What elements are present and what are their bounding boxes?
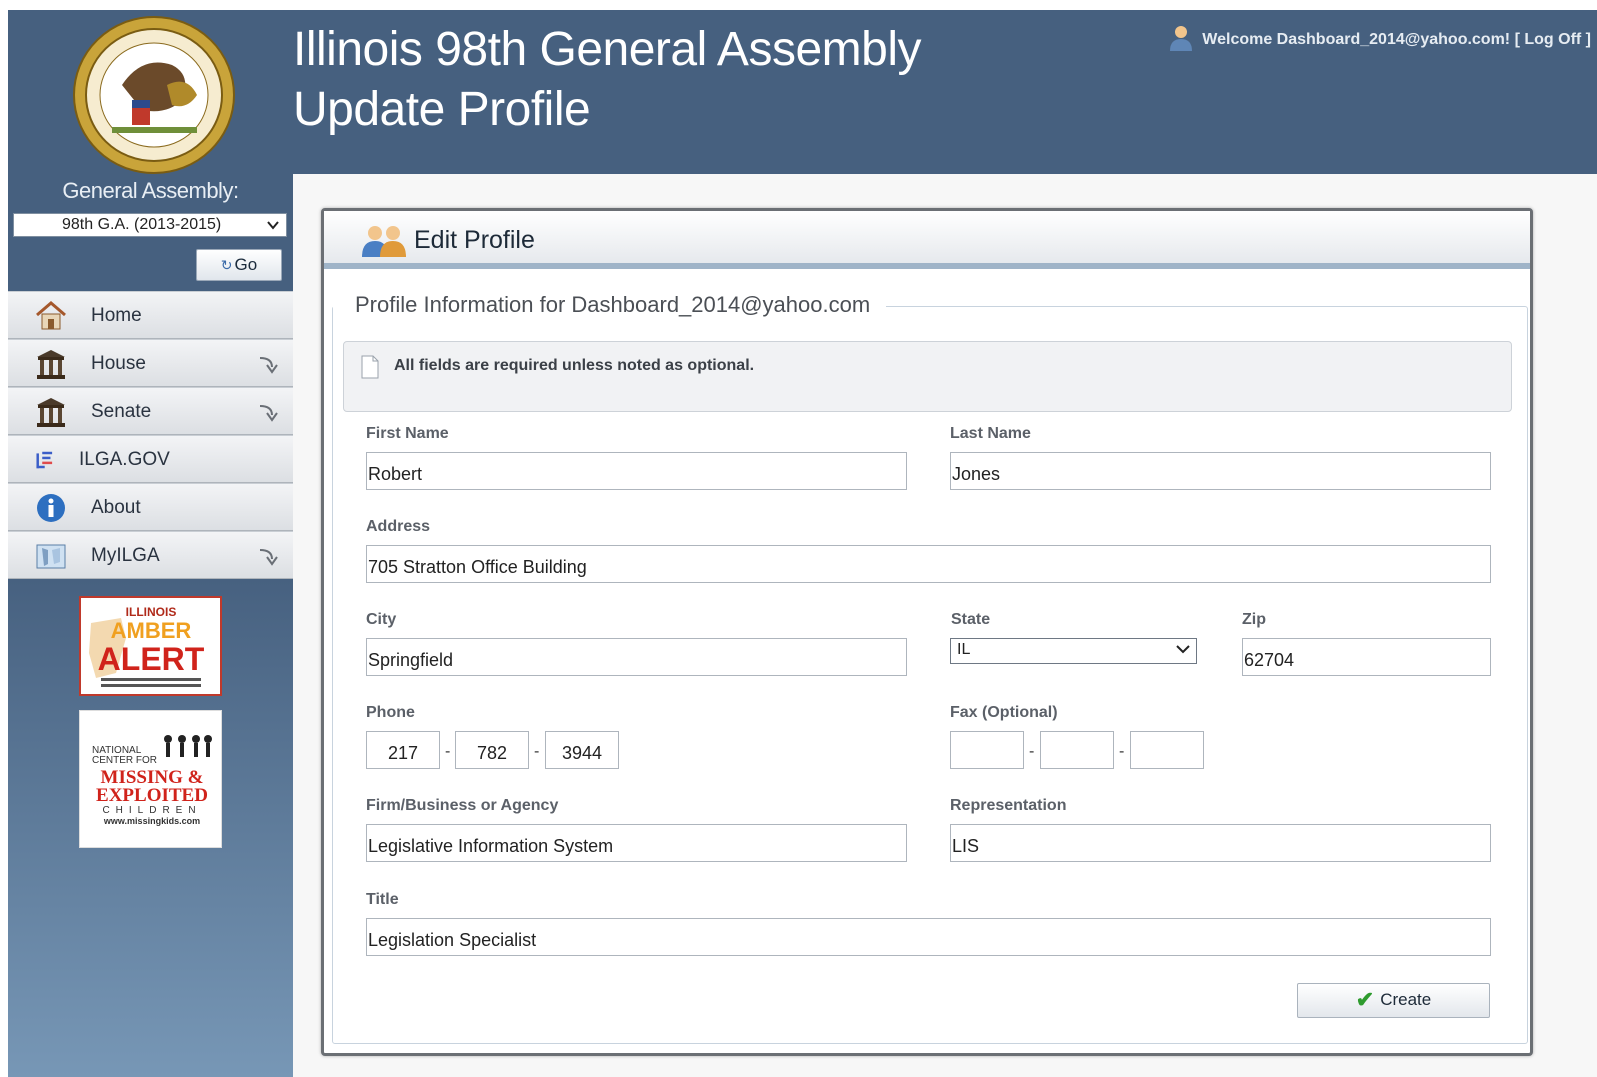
amber-alert-line1: ILLINOIS: [126, 605, 177, 619]
sidebar-nav: Home House Senate ILGA.GOV About MyILGA: [8, 291, 293, 579]
phone-separator: -: [445, 743, 451, 760]
page-subtitle: Update Profile: [293, 83, 591, 136]
sidebar-item-senate[interactable]: Senate: [8, 387, 293, 435]
missing-kids-logo: NATIONAL CENTER FOR MISSING & EXPLOITED …: [92, 735, 212, 826]
refresh-icon: ↻: [220, 257, 233, 273]
title-input[interactable]: Legislation Specialist: [366, 918, 1491, 956]
fax-separator: -: [1119, 743, 1125, 760]
zip-label: Zip: [1242, 611, 1266, 628]
welcome-text[interactable]: Welcome Dashboard_2014@yahoo.com! [ Log …: [1202, 31, 1591, 48]
general-assembly-selected-value: 98th G.A. (2013-2015): [62, 216, 222, 233]
city-label: City: [366, 611, 397, 628]
representation-input[interactable]: LIS: [950, 824, 1491, 862]
sidebar-item-house[interactable]: House: [8, 339, 293, 387]
document-icon: [361, 355, 379, 379]
missing-kids-line2: CENTER FOR: [92, 755, 157, 766]
amber-alert-badge[interactable]: ILLINOIS AMBER ALERT: [79, 596, 222, 696]
amber-alert-logo: ILLINOIS AMBER ALERT: [89, 605, 205, 687]
capitol-building-icon: [37, 350, 65, 379]
sidebar-item-label: Senate: [91, 401, 152, 422]
checkmark-icon: ✔: [1355, 987, 1375, 1012]
required-notice: All fields are required unless noted as …: [343, 341, 1512, 412]
amber-alert-line2: AMBER: [111, 618, 192, 643]
firm-input[interactable]: Legislative Information System: [366, 824, 907, 862]
welcome-bar: Welcome Dashboard_2014@yahoo.com! [ Log …: [1168, 24, 1591, 52]
missing-kids-line5: CHILDREN: [102, 805, 201, 816]
address-label: Address: [366, 518, 431, 535]
create-button[interactable]: ✔ Create: [1297, 983, 1490, 1018]
go-button[interactable]: ↻ Go: [196, 249, 282, 281]
city-input[interactable]: Springfield: [366, 638, 907, 676]
state-select[interactable]: IL: [950, 638, 1197, 664]
sidebar-item-myilga[interactable]: MyILGA: [8, 531, 293, 579]
sidebar-item-label: MyILGA: [91, 545, 160, 566]
missing-kids-line4: EXPLOITED: [96, 785, 208, 806]
phone-line-input[interactable]: 3944: [545, 731, 619, 769]
sidebar-item-ilga-gov[interactable]: ILGA.GOV: [8, 435, 293, 483]
fax-area-input[interactable]: [950, 731, 1024, 769]
create-button-label: Create: [1380, 990, 1432, 1009]
address-input[interactable]: 705 Stratton Office Building: [366, 545, 1491, 583]
user-icon: [1170, 26, 1193, 51]
phone-area-input[interactable]: 217: [366, 731, 440, 769]
firm-label: Firm/Business or Agency: [366, 797, 559, 814]
phone-prefix-input[interactable]: 782: [455, 731, 529, 769]
missing-kids-badge[interactable]: NATIONAL CENTER FOR MISSING & EXPLOITED …: [79, 710, 222, 848]
home-icon: [36, 301, 66, 330]
fax-label: Fax (Optional): [950, 704, 1058, 721]
expand-arrow-icon: [259, 357, 278, 374]
missing-kids-url: www.missingkids.com: [103, 816, 200, 826]
first-name-input[interactable]: Robert: [366, 452, 907, 490]
illinois-seal-logo: [73, 16, 235, 174]
required-notice-text: All fields are required unless noted as …: [394, 357, 755, 374]
general-assembly-label: General Assembly:: [62, 178, 239, 203]
phone-label: Phone: [366, 704, 415, 721]
go-button-label: Go: [234, 255, 258, 274]
expand-arrow-icon: [259, 549, 278, 566]
panel-header: Edit Profile: [324, 211, 1530, 269]
representation-label: Representation: [950, 797, 1067, 814]
map-icon: [36, 544, 66, 569]
state-selected-value: IL: [957, 641, 971, 658]
sidebar-item-home[interactable]: Home: [8, 291, 293, 339]
title-label: Title: [366, 891, 399, 908]
last-name-input[interactable]: Jones: [950, 452, 1491, 490]
sidebar-item-label: About: [91, 497, 141, 518]
sidebar-item-label: House: [91, 353, 146, 374]
sidebar-item-label: Home: [91, 305, 142, 326]
panel-title: Edit Profile: [414, 226, 535, 254]
first-name-label: First Name: [366, 425, 449, 442]
sidebar-item-about[interactable]: About: [8, 483, 293, 531]
fax-prefix-input[interactable]: [1040, 731, 1114, 769]
users-icon: [362, 226, 406, 257]
general-assembly-select[interactable]: 98th G.A. (2013-2015): [13, 213, 287, 237]
info-icon: [37, 494, 65, 522]
capitol-building-icon: [37, 398, 65, 427]
chevron-down-icon: [1176, 645, 1190, 654]
fax-separator: -: [1029, 743, 1035, 760]
chevron-down-icon: [267, 221, 279, 230]
last-name-label: Last Name: [950, 425, 1031, 442]
page-title: Illinois 98th General Assembly: [293, 23, 921, 76]
amber-alert-line3: ALERT: [98, 641, 205, 677]
sidebar-item-label: ILGA.GOV: [79, 449, 170, 470]
fax-line-input[interactable]: [1130, 731, 1204, 769]
state-label: State: [951, 611, 991, 628]
profile-legend: Profile Information for Dashboard_2014@y…: [333, 292, 887, 318]
phone-separator: -: [534, 743, 540, 760]
expand-arrow-icon: [259, 405, 278, 422]
zip-input[interactable]: 62704: [1242, 638, 1491, 676]
sidebar: General Assembly: 98th G.A. (2013-2015) …: [8, 10, 293, 1077]
ilga-logo-icon: [36, 451, 53, 469]
